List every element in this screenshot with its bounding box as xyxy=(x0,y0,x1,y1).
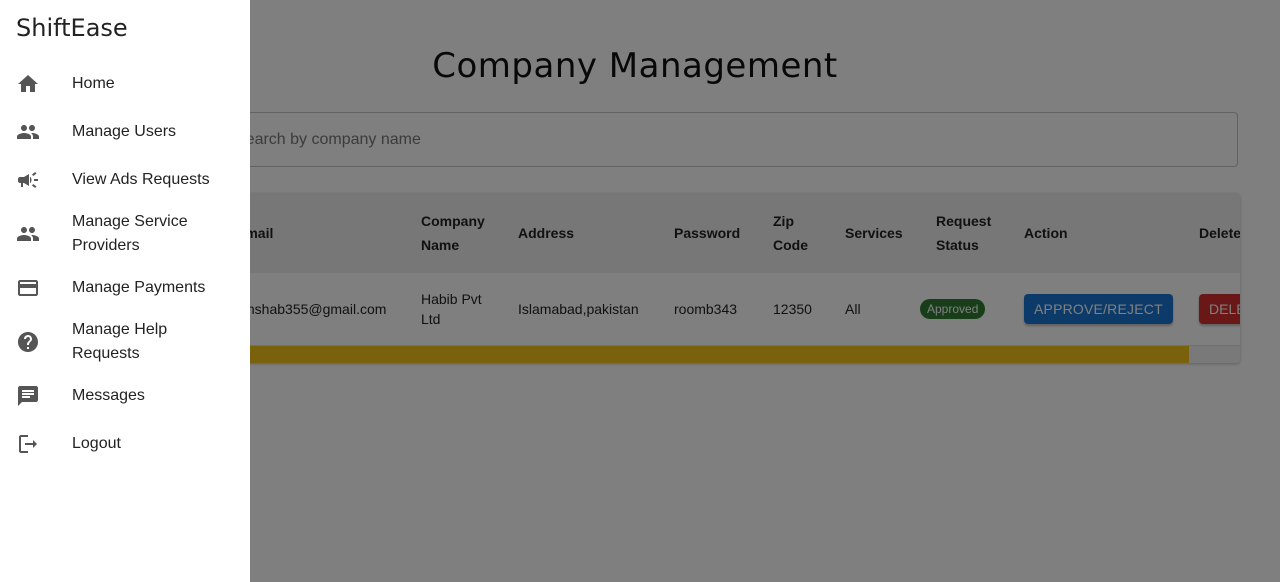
people-icon xyxy=(16,120,40,144)
nav-label: Home xyxy=(72,75,115,92)
nav-item-manage-payments[interactable]: Manage Payments xyxy=(0,264,250,312)
nav-label: View Ads Requests xyxy=(72,171,210,188)
help-icon xyxy=(16,330,40,354)
nav-item-home[interactable]: Home xyxy=(0,60,250,108)
nav-label: Manage Service Providers xyxy=(72,213,188,254)
chat-icon xyxy=(16,384,40,408)
nav-item-manage-users[interactable]: Manage Users xyxy=(0,108,250,156)
home-icon xyxy=(16,72,40,96)
nav-label: Manage Help Requests xyxy=(72,321,168,362)
people-icon xyxy=(16,222,40,246)
nav-item-manage-help-requests[interactable]: Manage Help Requests xyxy=(0,312,250,372)
navigation-drawer: ShiftEase Home Manage Users View Ads Req… xyxy=(0,0,250,582)
nav-item-logout[interactable]: Logout xyxy=(0,420,250,468)
nav-item-messages[interactable]: Messages xyxy=(0,372,250,420)
nav-label: Logout xyxy=(72,435,121,452)
nav-label: Manage Payments xyxy=(72,279,206,296)
credit-card-icon xyxy=(16,276,40,300)
nav-label: Manage Users xyxy=(72,123,177,140)
nav-label: Messages xyxy=(72,387,145,404)
nav-list: Home Manage Users View Ads Requests Mana… xyxy=(0,60,250,468)
campaign-icon xyxy=(16,168,40,192)
logout-icon xyxy=(16,432,40,456)
app-brand: ShiftEase xyxy=(16,14,128,42)
nav-item-view-ads-requests[interactable]: View Ads Requests xyxy=(0,156,250,204)
nav-item-manage-service-providers[interactable]: Manage Service Providers xyxy=(0,204,250,264)
